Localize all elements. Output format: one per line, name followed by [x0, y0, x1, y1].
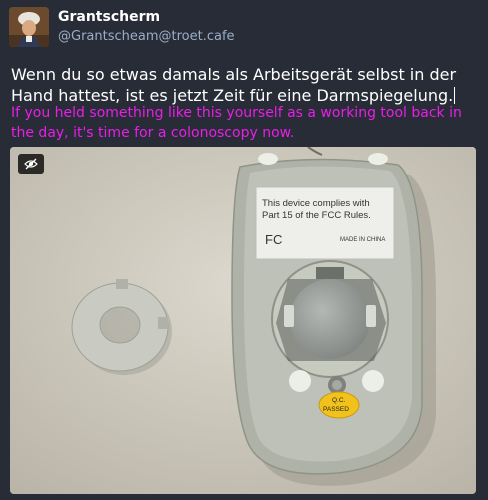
avatar[interactable] [9, 7, 49, 47]
label-line-2: Part 15 of the FCC Rules. [262, 210, 371, 221]
post-text-content: Wenn du so etwas damals als Arbeitsgerät… [11, 65, 457, 105]
fcc-logo: FC [265, 232, 282, 247]
avatar-portrait [9, 7, 49, 47]
mouse-photo: This device complies with Part 15 of the… [10, 147, 476, 494]
display-name[interactable]: Grantscherm [58, 9, 160, 25]
qc-sticker-line-1: Q.C. [332, 397, 346, 404]
post-text: Wenn du so etwas damals als Arbeitsgerät… [11, 64, 481, 106]
made-in-label: MADE IN CHINA [340, 237, 385, 243]
translation-text: If you held something like this yourself… [11, 105, 462, 141]
text-cursor [454, 87, 456, 104]
qc-sticker-line-2: PASSED [323, 406, 349, 413]
media-attachment[interactable]: This device complies with Part 15 of the… [10, 147, 476, 494]
account-handle[interactable]: @Grantscheam@troet.cafe [58, 29, 235, 44]
eye-slash-icon [24, 158, 38, 170]
label-line-1: This device complies with [262, 198, 370, 209]
hide-media-button[interactable] [18, 154, 44, 174]
